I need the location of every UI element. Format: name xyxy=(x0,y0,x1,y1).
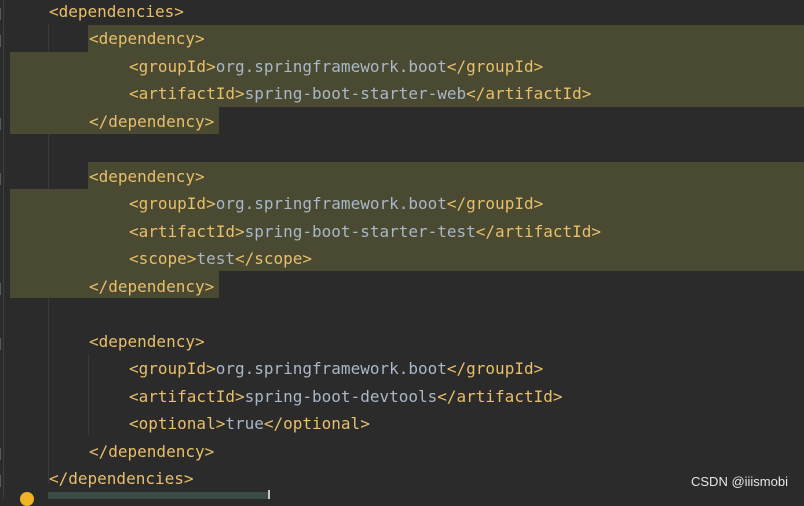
xml-tag: <groupId> xyxy=(129,194,216,213)
xml-tag: </artifactId> xyxy=(437,387,563,406)
xml-tag: <artifactId> xyxy=(129,84,245,103)
gutter-border xyxy=(3,0,4,499)
xml-tag: </dependency> xyxy=(89,442,215,461)
xml-tag: <artifactId> xyxy=(129,222,245,241)
xml-tag: </groupId> xyxy=(446,194,544,213)
fold-marker[interactable] xyxy=(0,35,7,47)
code-line-13[interactable]: <dependency> xyxy=(89,328,205,355)
xml-value: org.springframework.boot xyxy=(215,194,447,213)
xml-tag: </artifactId> xyxy=(466,84,592,103)
xml-tag: </artifactId> xyxy=(475,222,602,241)
xml-tag: <scope> xyxy=(129,249,197,268)
code-line-4[interactable]: <artifactId>spring-boot-starter-web</art… xyxy=(129,80,591,107)
xml-value: spring-boot-starter-web xyxy=(244,84,467,103)
watermark: CSDN @iiismobi xyxy=(691,474,788,489)
xml-tag: </dependency> xyxy=(89,277,215,296)
next-line-highlight xyxy=(48,492,270,499)
xml-value: test xyxy=(196,249,235,268)
text-caret xyxy=(268,490,270,499)
bulb-icon[interactable] xyxy=(20,492,34,506)
fold-marker[interactable] xyxy=(0,448,7,460)
xml-tag: </dependencies> xyxy=(49,469,194,488)
xml-tag: <dependency> xyxy=(89,29,205,48)
xml-tag: <artifactId> xyxy=(129,387,245,406)
code-line-9[interactable]: <artifactId>spring-boot-starter-test</ar… xyxy=(129,218,601,245)
fold-marker[interactable] xyxy=(0,118,7,130)
fold-marker[interactable] xyxy=(0,338,7,350)
code-line-14[interactable]: <groupId>org.springframework.boot</group… xyxy=(129,355,543,382)
xml-value: spring-boot-devtools xyxy=(244,387,438,406)
xml-tag: </groupId> xyxy=(446,359,544,378)
xml-value: org.springframework.boot xyxy=(215,359,447,378)
fold-marker[interactable] xyxy=(0,283,7,295)
code-line-7[interactable]: <dependency> xyxy=(89,163,205,190)
xml-tag: </optional> xyxy=(263,414,370,433)
code-line-11[interactable]: </dependency> xyxy=(89,273,214,300)
code-editor[interactable]: <dependencies> <dependency> <groupId>org… xyxy=(0,0,804,506)
code-line-2[interactable]: <dependency> xyxy=(89,25,205,52)
xml-tag: <dependencies> xyxy=(49,2,184,21)
fold-marker[interactable] xyxy=(0,475,7,487)
code-line-10[interactable]: <scope>test</scope> xyxy=(129,245,312,272)
xml-tag: <groupId> xyxy=(129,57,216,76)
code-line-17[interactable]: </dependency> xyxy=(89,438,214,465)
code-line-8[interactable]: <groupId>org.springframework.boot</group… xyxy=(129,190,543,217)
xml-tag: <dependency> xyxy=(89,332,205,351)
fold-marker[interactable] xyxy=(0,173,7,185)
xml-tag: <optional> xyxy=(129,414,226,433)
code-line-18[interactable]: </dependencies> xyxy=(49,465,194,492)
fold-marker[interactable] xyxy=(0,8,7,20)
xml-tag: </groupId> xyxy=(446,57,544,76)
xml-value: spring-boot-starter-test xyxy=(244,222,476,241)
xml-tag: <dependency> xyxy=(89,167,205,186)
code-line-15[interactable]: <artifactId>spring-boot-devtools</artifa… xyxy=(129,383,562,410)
code-line-16[interactable]: <optional>true</optional> xyxy=(129,410,370,437)
xml-tag: </dependency> xyxy=(89,112,215,131)
xml-tag: </scope> xyxy=(234,249,313,268)
xml-value: org.springframework.boot xyxy=(215,57,447,76)
code-line-3[interactable]: <groupId>org.springframework.boot</group… xyxy=(129,53,543,80)
code-line-1[interactable]: <dependencies> xyxy=(49,0,184,25)
indent-guide xyxy=(88,354,89,436)
xml-value: true xyxy=(225,414,264,433)
code-line-5[interactable]: </dependency> xyxy=(89,108,214,135)
xml-tag: <groupId> xyxy=(129,359,216,378)
